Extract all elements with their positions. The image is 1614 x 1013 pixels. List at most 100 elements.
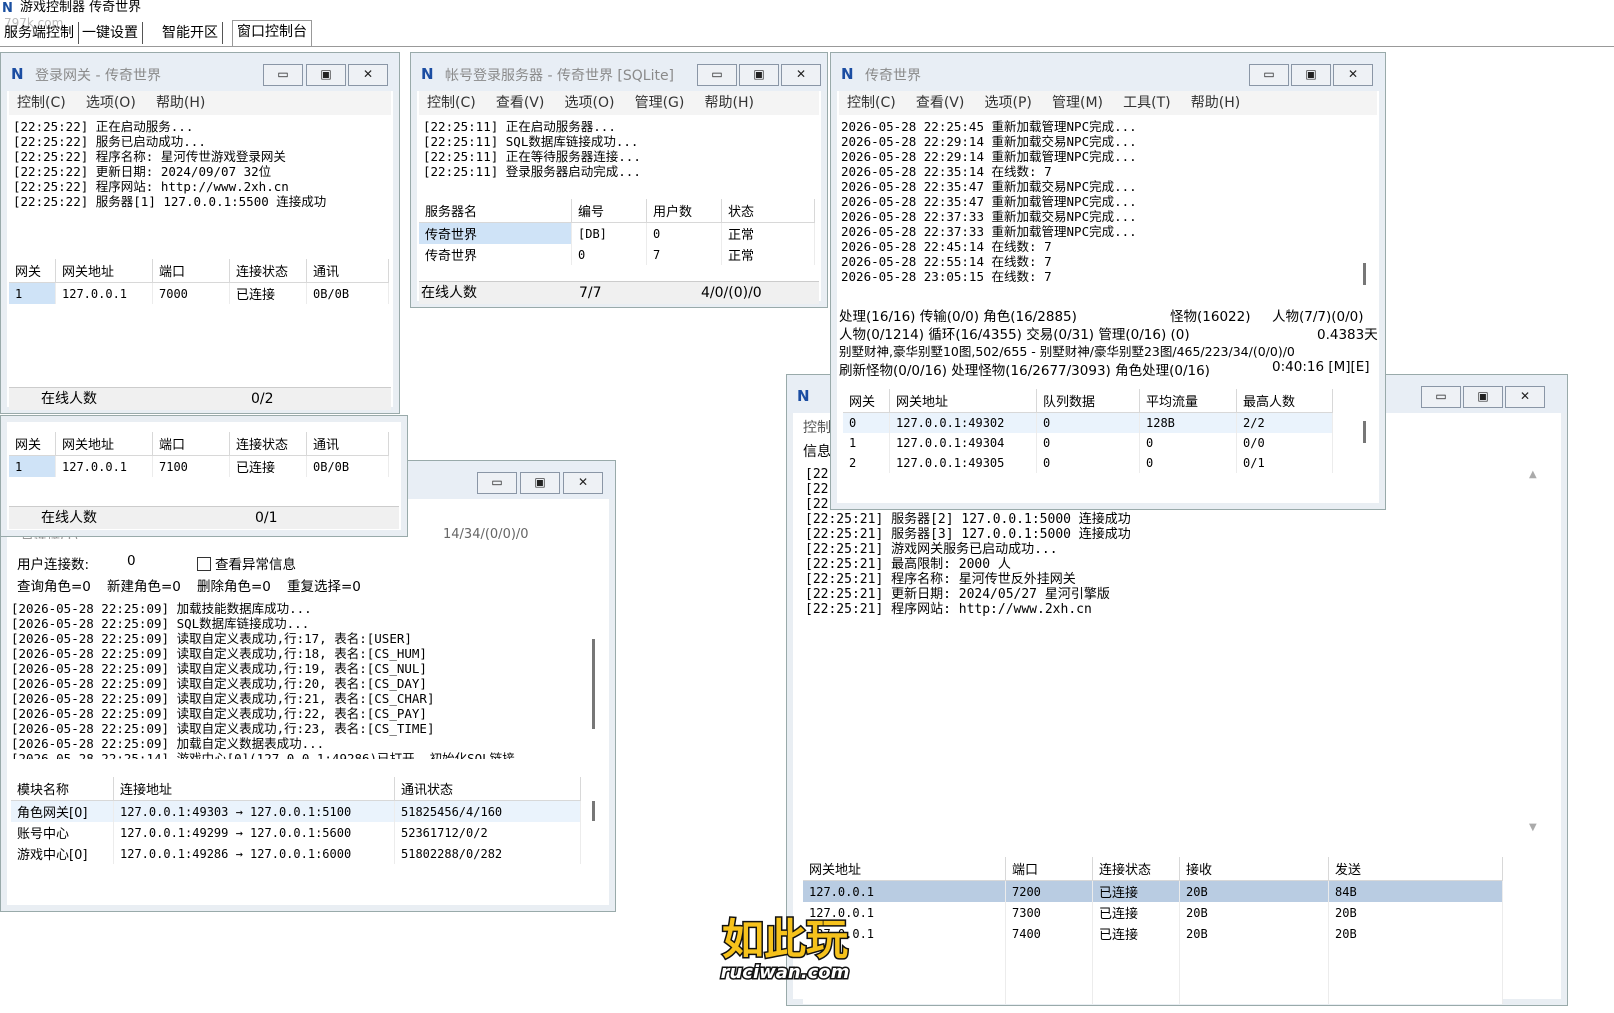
table-row[interactable]: 传奇世界 [DB] 0 正常 — [419, 222, 815, 244]
cell: 7200 — [1005, 880, 1093, 902]
game-table-scrollbar[interactable] — [1363, 421, 1366, 443]
table-row[interactable]: 1 127.0.0.1:49304 0 0 0/0 — [843, 433, 1333, 453]
col-gate[interactable]: 网关 — [9, 259, 56, 283]
minimize-button[interactable]: ▭ — [1249, 64, 1289, 86]
close-button[interactable]: ✕ — [1505, 386, 1545, 408]
menu-options[interactable]: 选项(O) — [565, 91, 615, 115]
db-log-scrollbar[interactable] — [592, 639, 595, 729]
check-abnormal-label: 查看异常信息 — [215, 557, 296, 573]
cell: 84B — [1328, 880, 1503, 902]
close-button[interactable]: ✕ — [348, 64, 388, 86]
cell: 传奇世界 — [419, 222, 572, 244]
stat-processing: 处理(16/16) 传输(0/0) 角色(16/2885) — [839, 309, 1077, 325]
tab-server-control[interactable]: 服务端控制 — [0, 22, 79, 44]
table-row[interactable]: 2 127.0.0.1:49305 0 0 0/1 — [843, 453, 1333, 473]
maximize-button[interactable]: ▣ — [739, 64, 779, 86]
tab-window-console[interactable]: 窗口控制台 — [232, 20, 312, 46]
cell: 20B — [1179, 902, 1329, 923]
col-gate[interactable]: 网关 — [9, 432, 56, 456]
col-module[interactable]: 模块名称 — [11, 777, 114, 801]
cell: 0/0 — [1236, 433, 1333, 453]
menu-view[interactable]: 查看(V) — [496, 91, 545, 115]
menu-control[interactable]: 控制(C) — [17, 91, 66, 115]
col-max-players[interactable]: 最高人数 — [1236, 389, 1333, 413]
col-gate[interactable]: 网关 — [843, 389, 890, 413]
menu-control[interactable]: 控制(C) — [427, 91, 476, 115]
game-server-window: N 传奇世界 ▭ ▣ ✕ 控制(C) 查看(V) 选项(P) 管理(M) 工具(… — [830, 52, 1386, 510]
maximize-button[interactable]: ▣ — [306, 64, 346, 86]
tab-one-click-setup[interactable]: 一键设置 — [78, 22, 143, 44]
menu-options[interactable]: 选项(O) — [86, 91, 136, 115]
maximize-button[interactable]: ▣ — [1463, 386, 1503, 408]
scroll-down-icon[interactable]: ▼ — [1529, 822, 1537, 833]
table-header: 模块名称 连接地址 通讯状态 — [11, 777, 581, 801]
maximize-button[interactable]: ▣ — [1291, 64, 1331, 86]
checkbox-icon[interactable] — [197, 557, 211, 571]
col-received[interactable]: 接收 — [1179, 857, 1329, 881]
menu-manage[interactable]: 管理(G) — [635, 91, 685, 115]
table-row[interactable]: 127.0.0.1 7200 已连接 20B 84B — [803, 880, 1503, 902]
check-abnormal[interactable]: 查看异常信息 — [197, 553, 296, 573]
menu-help[interactable]: 帮助(H) — [156, 91, 205, 115]
menu-options[interactable]: 选项(P) — [985, 91, 1032, 115]
table-row[interactable]: 0 127.0.0.1:49302 0 128B 2/2 — [843, 412, 1333, 433]
minimize-button[interactable]: ▭ — [697, 64, 737, 86]
col-sent[interactable]: 发送 — [1328, 857, 1503, 881]
run-gate-log-scrollbar[interactable]: ▲ ▼ — [1527, 469, 1541, 833]
col-status[interactable]: 状态 — [721, 199, 815, 223]
table-row[interactable]: 127.0.0.1 7400 已连接 20B 20B — [803, 923, 1503, 944]
col-gate-address[interactable]: 网关地址 — [803, 857, 1006, 881]
tab-smart-open[interactable]: 智能开区 — [158, 22, 223, 44]
minimize-button[interactable]: ▭ — [263, 64, 303, 86]
menu-control[interactable]: 控制 — [803, 417, 831, 437]
col-port[interactable]: 端口 — [152, 432, 230, 456]
close-button[interactable]: ✕ — [781, 64, 821, 86]
col-queue[interactable]: 队列数据 — [1036, 389, 1140, 413]
col-conn-state[interactable]: 连接状态 — [229, 432, 307, 456]
close-button[interactable]: ✕ — [1333, 64, 1373, 86]
minimize-button[interactable]: ▭ — [1421, 386, 1461, 408]
menu-manage[interactable]: 管理(M) — [1052, 91, 1103, 115]
col-comm[interactable]: 通讯 — [306, 259, 389, 283]
minimize-button[interactable]: ▭ — [477, 472, 517, 494]
cell: 已连接 — [1092, 923, 1180, 944]
close-button[interactable]: ✕ — [563, 472, 603, 494]
col-conn-state[interactable]: 连接状态 — [1092, 857, 1180, 881]
table-row[interactable]: 1 127.0.0.1 7000 已连接 0B/0B — [9, 282, 389, 304]
table-row[interactable]: 游戏中心[0] 127.0.0.1:49286 → 127.0.0.1:6000… — [11, 843, 581, 864]
online-value: 0/2 — [251, 391, 274, 407]
col-port[interactable]: 端口 — [1005, 857, 1093, 881]
col-server-name[interactable]: 服务器名 — [419, 199, 572, 223]
col-avg-traffic[interactable]: 平均流量 — [1139, 389, 1237, 413]
game-log-scrollbar[interactable] — [1363, 263, 1366, 285]
window-title: 帐号登录服务器 - 传奇世界 [SQLite] — [445, 68, 675, 84]
col-comm[interactable]: 通讯 — [306, 432, 389, 456]
col-gate-address[interactable]: 网关地址 — [55, 259, 153, 283]
login-gate-window: N 登录网关 - 传奇世界 ▭ ▣ ✕ 控制(C) 选项(O) 帮助(H) [2… — [0, 52, 400, 414]
col-gate-address[interactable]: 网关地址 — [55, 432, 153, 456]
table-row[interactable]: 127.0.0.1 7300 已连接 20B 20B — [803, 902, 1503, 923]
col-port[interactable]: 端口 — [152, 259, 230, 283]
menu-control[interactable]: 控制(C) — [847, 91, 896, 115]
scroll-up-icon[interactable]: ▲ — [1529, 469, 1537, 480]
table-row[interactable]: 角色网关[0] 127.0.0.1:49303 → 127.0.0.1:5100… — [11, 800, 581, 822]
cell: [DB] — [571, 222, 647, 244]
col-number[interactable]: 编号 — [571, 199, 647, 223]
col-conn-state[interactable]: 连接状态 — [229, 259, 307, 283]
table-row[interactable]: 传奇世界 0 7 正常 — [419, 244, 815, 265]
table-row[interactable]: 1 127.0.0.1 7100 已连接 0B/0B — [9, 455, 389, 477]
maximize-button[interactable]: ▣ — [520, 472, 560, 494]
table-row[interactable]: 账号中心 127.0.0.1:49299 → 127.0.0.1:5600 52… — [11, 822, 581, 843]
col-address[interactable]: 连接地址 — [113, 777, 395, 801]
col-gate-address[interactable]: 网关地址 — [889, 389, 1037, 413]
tab-info[interactable]: 信息 — [803, 441, 831, 461]
menu-tools[interactable]: 工具(T) — [1123, 91, 1170, 115]
db-table-scrollbar[interactable] — [592, 801, 595, 821]
login-gate-statusbar: 在线人数 0/2 — [9, 387, 391, 410]
col-comm[interactable]: 通讯状态 — [394, 777, 581, 801]
menu-view[interactable]: 查看(V) — [916, 91, 965, 115]
menu-help[interactable]: 帮助(H) — [705, 91, 754, 115]
run-gate-log: [22 [22 [22:25:21] 服务器[1] 127.0.0.1:5000… — [805, 467, 1495, 827]
col-users[interactable]: 用户数 — [646, 199, 722, 223]
menu-help[interactable]: 帮助(H) — [1191, 91, 1240, 115]
